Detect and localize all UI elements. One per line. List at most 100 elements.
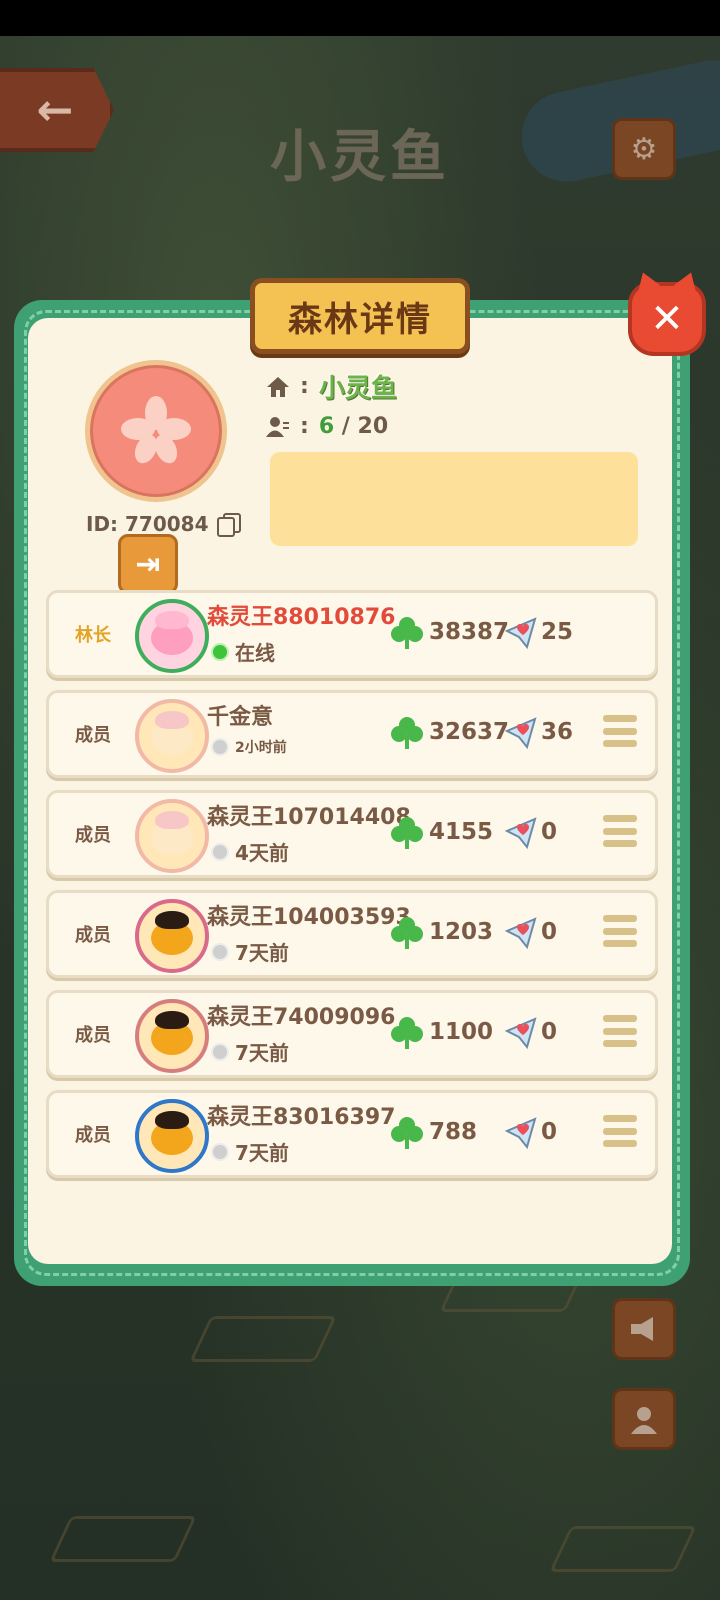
member-status: 2小时前 (211, 737, 287, 757)
offline-dot-icon (211, 942, 229, 961)
member-role: 成员 (75, 925, 111, 946)
member-role: 成员 (75, 725, 111, 746)
member-score: 32637 (429, 719, 510, 745)
forest-name-row: : 小灵鱼 (266, 368, 397, 405)
forest-notice-box (270, 452, 638, 546)
copy-icon[interactable] (216, 513, 241, 537)
members-icon (266, 416, 289, 437)
member-status-text: 2小时前 (235, 740, 287, 756)
member-row[interactable]: 成员 森灵王104003593 7天前 1203 0 (46, 890, 658, 978)
forest-name: 小灵鱼 (318, 374, 397, 404)
forest-emblem (85, 360, 227, 502)
member-likes: 36 (541, 719, 574, 745)
heart-plane-icon (504, 717, 537, 750)
member-likes: 0 (541, 1119, 558, 1145)
member-role: 成员 (75, 825, 111, 846)
exit-icon: ⇥ (135, 546, 161, 582)
member-menu-button[interactable] (603, 915, 637, 947)
member-name: 森灵王88010876 (207, 605, 396, 630)
member-row[interactable]: 林长 森灵王88010876 在线 38387 25 (46, 590, 658, 678)
member-menu-button[interactable] (603, 1115, 637, 1147)
flower-emblem-icon (121, 396, 191, 464)
member-likes: 0 (541, 819, 558, 845)
member-role: 成员 (75, 1125, 111, 1146)
fence-decoration (189, 1316, 337, 1362)
member-status-text: 7天前 (235, 1141, 289, 1165)
member-role: 林长 (75, 625, 111, 646)
member-score: 38387 (429, 619, 510, 645)
member-menu-button[interactable] (603, 715, 637, 747)
clover-icon (391, 917, 423, 949)
member-count-current: 6 (318, 414, 335, 439)
member-name: 森灵王74009096 (207, 1005, 396, 1030)
status-bar (0, 0, 720, 36)
settings-button[interactable]: ⚙ (612, 118, 676, 180)
member-status: 7天前 (211, 1037, 289, 1066)
member-status: 4天前 (211, 837, 289, 866)
member-name: 千金意 (207, 705, 274, 730)
home-icon (267, 376, 289, 397)
member-status: 在线 (211, 637, 275, 666)
settings-gear-icon: ⚙ (630, 131, 658, 167)
member-row[interactable]: 成员 森灵王83016397 7天前 788 0 (46, 1090, 658, 1178)
avatar[interactable] (135, 899, 209, 973)
member-menu-button[interactable] (603, 815, 637, 847)
member-menu-button[interactable] (603, 1015, 637, 1047)
member-status: 7天前 (211, 1137, 289, 1166)
member-score: 4155 (429, 819, 494, 845)
member-score: 1100 (429, 1019, 494, 1045)
member-status: 7天前 (211, 937, 289, 966)
clover-icon (391, 1017, 423, 1049)
member-role: 成员 (75, 1025, 111, 1046)
close-button[interactable]: ✕ (628, 282, 706, 356)
avatar[interactable] (135, 699, 209, 773)
fence-decoration (49, 1516, 197, 1562)
heart-plane-icon (504, 817, 537, 850)
heart-plane-icon (504, 1017, 537, 1050)
offline-dot-icon (211, 842, 229, 861)
member-status-text: 4天前 (235, 841, 289, 865)
profile-button[interactable] (612, 1388, 676, 1450)
member-likes: 0 (541, 919, 558, 945)
avatar[interactable] (135, 999, 209, 1073)
member-score: 1203 (429, 919, 494, 945)
member-likes: 25 (541, 619, 574, 645)
member-row[interactable]: 成员 千金意 2小时前 32637 36 (46, 690, 658, 778)
dialog-title: 森林详情 (250, 278, 470, 354)
clover-icon (391, 1117, 423, 1149)
forest-id-text: ID: 770084 (86, 512, 209, 536)
heart-plane-icon (504, 1117, 537, 1150)
close-icon: ✕ (650, 296, 684, 342)
offline-dot-icon (211, 1042, 229, 1061)
leave-forest-button[interactable]: ⇥ (118, 534, 178, 594)
online-dot-icon (211, 642, 229, 661)
avatar[interactable] (135, 599, 209, 673)
member-count-max: 20 (357, 414, 389, 439)
profile-icon (631, 1407, 657, 1434)
announcement-button[interactable] (612, 1298, 676, 1360)
member-count-separator: / (341, 414, 350, 439)
member-likes: 0 (541, 1019, 558, 1045)
avatar[interactable] (135, 799, 209, 873)
member-name: 森灵王83016397 (207, 1105, 396, 1130)
offline-dot-icon (211, 1142, 229, 1161)
clover-icon (391, 617, 423, 649)
member-name: 森灵王107014408 (207, 805, 411, 830)
avatar[interactable] (135, 1099, 209, 1173)
forest-id: ID: 770084 (86, 512, 241, 537)
offline-dot-icon (211, 738, 229, 756)
member-score: 788 (429, 1119, 478, 1145)
clover-icon (391, 817, 423, 849)
clover-icon (391, 717, 423, 749)
member-status-text: 7天前 (235, 941, 289, 965)
member-row[interactable]: 成员 森灵王74009096 7天前 1100 0 (46, 990, 658, 1078)
member-row[interactable]: 成员 森灵王107014408 4天前 4155 0 (46, 790, 658, 878)
member-count-row: : 6 / 20 (266, 414, 388, 439)
member-name: 森灵王104003593 (207, 905, 411, 930)
announcement-icon (631, 1317, 653, 1341)
heart-plane-icon (504, 917, 537, 950)
heart-plane-icon (504, 617, 537, 650)
fence-decoration (549, 1526, 697, 1572)
member-status-text: 7天前 (235, 1041, 289, 1065)
member-status-text: 在线 (235, 641, 275, 665)
